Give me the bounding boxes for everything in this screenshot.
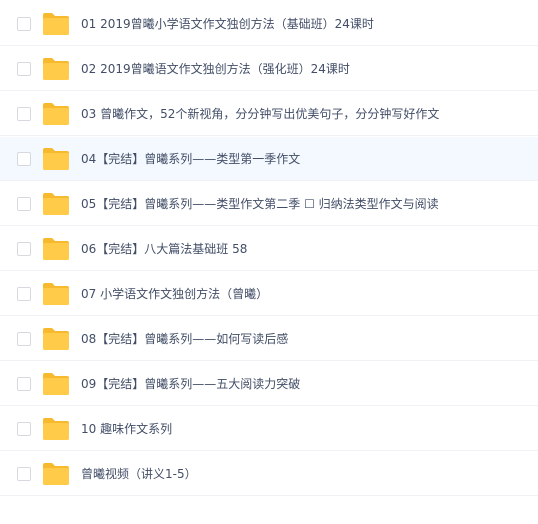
select-checkbox[interactable] <box>17 466 31 481</box>
file-row[interactable]: 06【完结】八大篇法基础班 58 <box>0 227 538 271</box>
file-row[interactable]: 10 趣味作文系列 <box>0 407 538 451</box>
folder-name[interactable]: 07 小学语文作文独创方法（曾曦） <box>81 286 268 302</box>
select-checkbox[interactable] <box>17 241 31 256</box>
folder-name[interactable]: 05【完结】曾曦系列——类型作文第二季 ☐ 归纳法类型作文与阅读 <box>81 196 439 212</box>
folder-icon <box>42 462 70 486</box>
folder-icon <box>42 417 70 441</box>
folder-icon <box>42 102 70 126</box>
select-checkbox[interactable] <box>17 151 31 166</box>
folder-icon <box>42 282 70 306</box>
folder-name[interactable]: 08【完结】曾曦系列——如何写读后感 <box>81 331 288 347</box>
folder-icon <box>42 192 70 216</box>
select-checkbox[interactable] <box>17 286 31 301</box>
file-row[interactable]: 01 2019曾曦小学语文作文独创方法（基础班）24课时 <box>0 2 538 46</box>
folder-name[interactable]: 04【完结】曾曦系列——类型第一季作文 <box>81 151 300 167</box>
select-checkbox[interactable] <box>17 376 31 391</box>
file-row[interactable]: 02 2019曾曦语文作文独创方法（强化班）24课时 <box>0 47 538 91</box>
folder-icon <box>42 327 70 351</box>
file-row[interactable]: 04【完结】曾曦系列——类型第一季作文 <box>0 137 538 181</box>
select-checkbox[interactable] <box>17 331 31 346</box>
file-row[interactable]: 07 小学语文作文独创方法（曾曦） <box>0 272 538 316</box>
select-checkbox[interactable] <box>17 106 31 121</box>
select-checkbox[interactable] <box>17 421 31 436</box>
file-row[interactable]: 09【完结】曾曦系列——五大阅读力突破 <box>0 362 538 406</box>
select-checkbox[interactable] <box>17 61 31 76</box>
folder-icon <box>42 12 70 36</box>
file-row[interactable]: 08【完结】曾曦系列——如何写读后感 <box>0 317 538 361</box>
folder-name[interactable]: 01 2019曾曦小学语文作文独创方法（基础班）24课时 <box>81 16 374 32</box>
folder-icon <box>42 372 70 396</box>
folder-name[interactable]: 09【完结】曾曦系列——五大阅读力突破 <box>81 376 300 392</box>
folder-name[interactable]: 03 曾曦作文，52个新视角，分分钟写出优美句子，分分钟写好作文 <box>81 106 439 122</box>
folder-name[interactable]: 10 趣味作文系列 <box>81 421 172 437</box>
folder-name[interactable]: 曾曦视频（讲义1-5） <box>81 466 197 482</box>
file-list: 01 2019曾曦小学语文作文独创方法（基础班）24课时 02 2019曾曦语文… <box>0 0 538 524</box>
file-row[interactable]: 05【完结】曾曦系列——类型作文第二季 ☐ 归纳法类型作文与阅读 <box>0 182 538 226</box>
folder-icon <box>42 237 70 261</box>
file-row[interactable]: 03 曾曦作文，52个新视角，分分钟写出优美句子，分分钟写好作文 <box>0 92 538 136</box>
select-checkbox[interactable] <box>17 16 31 31</box>
folder-name[interactable]: 02 2019曾曦语文作文独创方法（强化班）24课时 <box>81 61 350 77</box>
file-row[interactable]: 曾曦视频（讲义1-5） <box>0 452 538 496</box>
folder-name[interactable]: 06【完结】八大篇法基础班 58 <box>81 241 247 257</box>
select-checkbox[interactable] <box>17 196 31 211</box>
folder-icon <box>42 57 70 81</box>
folder-icon <box>42 147 70 171</box>
